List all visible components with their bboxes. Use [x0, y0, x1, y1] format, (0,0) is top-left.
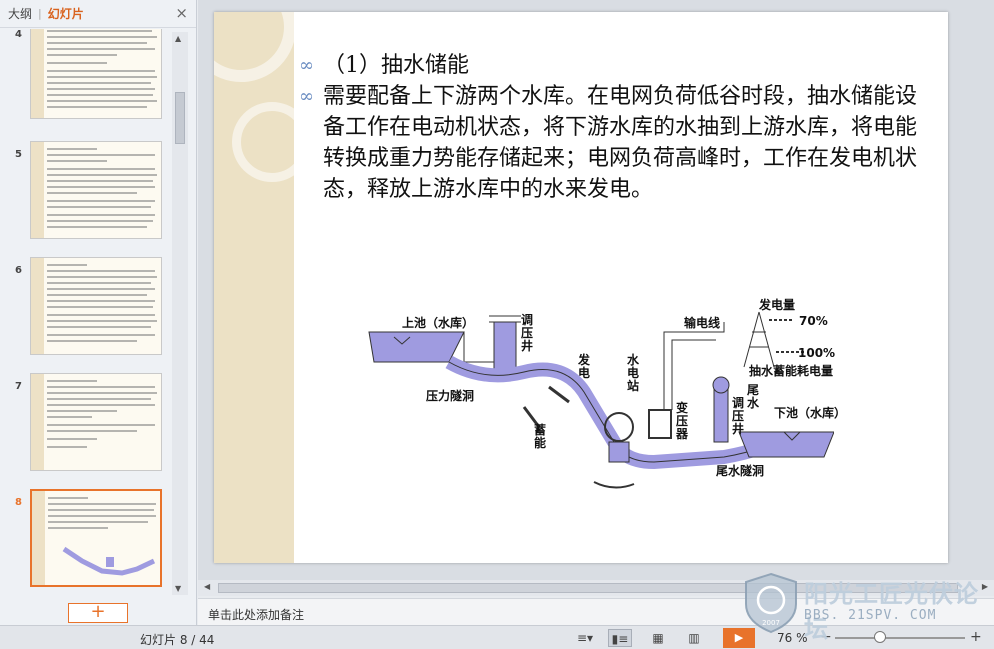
label-surge-shaft-1: 调压井	[521, 313, 534, 353]
label-generation: 发电量	[759, 298, 796, 312]
slide-thumbnail-8[interactable]: 8	[0, 489, 172, 591]
slide-panel: 大纲 | 幻灯片 × 4 5 6 7 8 ▲ ▼ +	[0, 0, 197, 625]
scroll-down-icon[interactable]: ▼	[175, 584, 181, 593]
slide-side-decoration	[214, 12, 312, 563]
scroll-up-icon[interactable]: ▲	[175, 34, 181, 43]
label-surge-shaft-2: 调压井	[732, 396, 745, 436]
panel-tabs: 大纲 | 幻灯片 ×	[0, 0, 196, 28]
slide-preview	[30, 373, 162, 471]
tab-outline[interactable]: 大纲	[8, 5, 32, 22]
bullet-icon: ∞	[299, 86, 314, 107]
slide-preview	[30, 141, 162, 239]
slide-thumbnail-4[interactable]: 4	[0, 29, 172, 123]
mini-diagram	[62, 546, 156, 576]
watermark-year: 2007	[762, 619, 780, 627]
label-pump-consumption: 抽水蓄能耗电量	[749, 364, 834, 378]
tab-slides[interactable]: 幻灯片	[48, 5, 84, 22]
bullet-heading: ∞ （1）抽水储能	[299, 50, 919, 81]
label-transformer: 变压器	[676, 401, 689, 441]
slide-number: 4	[15, 29, 22, 40]
slide-canvas[interactable]: ∞ （1）抽水储能 ∞ 需要配备上下游两个水库。在电网负荷低谷时段，抽水储能设备…	[214, 12, 948, 563]
bullet-paragraph: ∞ 需要配备上下游两个水库。在电网负荷低谷时段，抽水储能设备工作在电动机状态，将…	[299, 81, 919, 205]
label-tail-tunnel: 尾水隧洞	[716, 464, 765, 478]
forum-watermark: 2007 阳光工匠光伏论坛 BBS. 21SPV. COM	[742, 572, 992, 643]
pumped-storage-diagram: 上池（水库） 调压井 压力隧洞 发电 蓄能 水电站 变压器 调压井 尾水 尾水隧…	[364, 292, 846, 512]
slide-editor: ∞ （1）抽水储能 ∞ 需要配备上下游两个水库。在电网负荷低谷时段，抽水储能设备…	[198, 0, 994, 580]
close-icon[interactable]: ×	[175, 6, 188, 21]
label-pct-70: 70%	[799, 314, 828, 328]
slide-number: 5	[15, 149, 22, 160]
thumbnail-list: 4 5 6 7 8	[0, 29, 197, 595]
slide-number: 7	[15, 381, 22, 392]
slide-number: 8	[15, 497, 22, 508]
slide-thumbnail-7[interactable]: 7	[0, 373, 172, 475]
slide-thumbnail-6[interactable]: 6	[0, 257, 172, 359]
slide-preview	[30, 489, 162, 587]
slide-number: 6	[15, 265, 22, 276]
label-lower-pool: 下池（水库）	[774, 406, 847, 420]
slide-text-box[interactable]: ∞ （1）抽水储能 ∞ 需要配备上下游两个水库。在电网负荷低谷时段，抽水储能设备…	[299, 50, 919, 205]
bullet-text: 需要配备上下游两个水库。在电网负荷低谷时段，抽水储能设备工作在电动机状态，将下游…	[323, 84, 918, 202]
scrollbar-thumb[interactable]	[175, 92, 185, 144]
slide-counter: 幻灯片 8 / 44	[140, 633, 215, 647]
bullet-text: （1）抽水储能	[323, 53, 469, 78]
notes-placeholder: 单击此处添加备注	[208, 608, 305, 622]
watermark-url: BBS. 21SPV. COM	[804, 608, 937, 623]
add-slide-button[interactable]: +	[68, 603, 128, 623]
slide-sorter-icon[interactable]: ▦	[646, 629, 670, 647]
thumbnail-scrollbar[interactable]: ▲ ▼	[172, 32, 188, 595]
reading-view-icon[interactable]: ▥	[682, 629, 706, 647]
scroll-left-icon[interactable]: ◀	[204, 582, 210, 591]
label-power-line: 输电线	[684, 316, 721, 330]
label-upper-pool: 上池（水库）	[402, 316, 475, 330]
shield-logo-icon: 2007	[745, 572, 797, 634]
slide-preview	[30, 29, 162, 119]
tab-separator: |	[38, 7, 42, 20]
slide-thumbnail-5[interactable]: 5	[0, 141, 172, 243]
slide-preview	[30, 257, 162, 355]
label-pct-100: 100%	[798, 346, 836, 360]
label-penstock: 压力隧洞	[426, 389, 475, 403]
label-store: 蓄能	[534, 423, 547, 450]
bullet-icon: ∞	[299, 55, 314, 76]
label-generate: 发电	[578, 353, 591, 380]
notes-toggle-icon[interactable]: ≡▾	[570, 629, 600, 647]
label-station: 水电站	[627, 353, 640, 393]
normal-view-icon[interactable]: ▮≡	[608, 629, 632, 647]
label-tailwater: 尾水	[747, 383, 760, 410]
